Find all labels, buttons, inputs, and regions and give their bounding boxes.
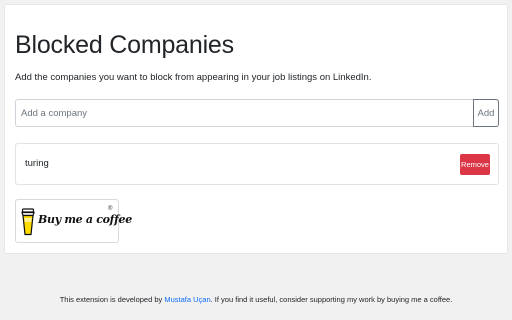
coffee-cup-icon [21, 208, 35, 236]
main-card: Blocked Companies Add the companies you … [4, 4, 508, 254]
footer-text-suffix: . If you find it useful, consider suppor… [210, 295, 453, 304]
buy-me-a-coffee-label: Buy me a coffee [38, 213, 132, 226]
author-link[interactable]: Mustafa Uçan [164, 295, 210, 304]
registered-mark: ® [108, 206, 113, 212]
blocked-company-list: turing Remove [15, 143, 499, 185]
footer-note: This extension is developed by Mustafa U… [0, 295, 512, 305]
add-button[interactable]: Add [473, 99, 499, 127]
page-description: Add the companies you want to block from… [15, 72, 372, 83]
company-input[interactable] [15, 99, 474, 127]
add-company-form: Add [15, 99, 499, 127]
remove-button[interactable]: Remove [460, 154, 490, 175]
page-title: Blocked Companies [15, 31, 234, 59]
footer-text-prefix: This extension is developed by [59, 295, 165, 304]
buy-me-a-coffee-button[interactable]: Buy me a coffee ® [15, 199, 132, 243]
blocked-company-name: turing [25, 158, 49, 169]
